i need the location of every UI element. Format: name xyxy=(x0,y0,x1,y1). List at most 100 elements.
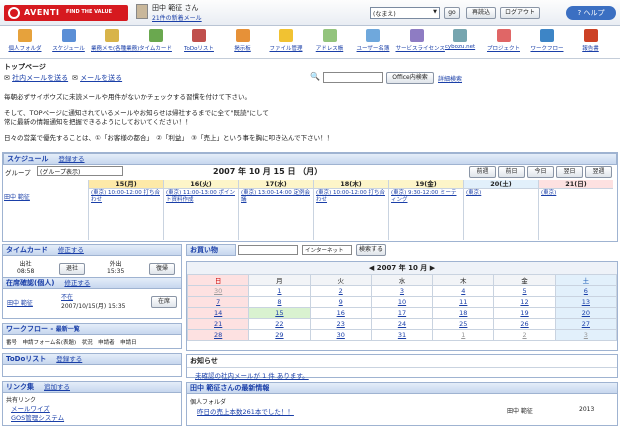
app-5[interactable]: ToDoリスト xyxy=(178,29,220,52)
new-mail-count[interactable]: 21件の新着メール xyxy=(152,13,202,22)
schedule-nav-button[interactable]: 前週 xyxy=(469,166,496,178)
app-9[interactable]: ユーザー名簿 xyxy=(352,29,394,52)
schedule-nav-button[interactable]: 翌週 xyxy=(585,166,612,178)
app-10[interactable]: サービスライセンス xyxy=(396,29,445,52)
calendar-day[interactable]: 23 xyxy=(309,318,372,330)
calendar-day[interactable]: 17 xyxy=(370,307,434,319)
app-11[interactable]: cybozu.net xyxy=(439,29,481,50)
calendar-day[interactable]: 9 xyxy=(309,296,372,308)
news-message[interactable]: 未確認の社内メールが 1 件 あります。 xyxy=(187,368,617,382)
app-4[interactable]: タイムカード xyxy=(135,29,177,52)
app-8[interactable]: アドレス帳 xyxy=(309,29,351,52)
presence-status[interactable]: 不在 xyxy=(61,292,73,301)
calendar-day[interactable]: 28 xyxy=(186,329,250,341)
calendar-day[interactable]: 24 xyxy=(370,318,434,330)
app-13[interactable]: ワークフロー xyxy=(526,29,568,52)
calendar-day[interactable]: 4 xyxy=(432,285,495,297)
calendar-day[interactable]: 22 xyxy=(248,318,311,330)
timecard-fix-link[interactable]: 修正する xyxy=(58,246,84,254)
calendar-day[interactable]: 13 xyxy=(554,296,618,308)
shopping-engine-select[interactable]: インターネット xyxy=(302,245,352,255)
calendar-day[interactable]: 30 xyxy=(309,329,372,341)
schedule-event[interactable]: (東京) 11:00-13:00 ポイント資料作成 xyxy=(164,189,238,205)
reload-button[interactable]: 再読込 xyxy=(466,7,496,19)
schedule-event[interactable]: (東京) 10:00-12:00 打ち合わせ xyxy=(314,189,388,205)
schedule-register-link[interactable]: 登録する xyxy=(59,155,85,163)
calendar-day[interactable]: 31 xyxy=(370,329,434,341)
group-select[interactable]: (グループ表示) xyxy=(37,166,123,176)
shopping-input[interactable] xyxy=(238,245,298,255)
day-column[interactable]: 20(土) (東京) xyxy=(463,180,538,240)
app-12[interactable]: プロジェクト xyxy=(483,29,525,52)
calendar-day[interactable]: 25 xyxy=(432,318,495,330)
schedule-event[interactable]: (東京) xyxy=(539,189,613,198)
calendar-day[interactable]: 3 xyxy=(370,285,434,297)
calendar-day[interactable]: 19 xyxy=(493,307,556,319)
schedule-title[interactable]: スケジュール xyxy=(7,155,49,163)
calendar-day[interactable]: 29 xyxy=(248,329,311,341)
calendar-day[interactable]: 8 xyxy=(248,296,311,308)
return-button[interactable]: 復帰 xyxy=(149,263,175,275)
schedule-nav-button[interactable]: 前日 xyxy=(498,166,525,178)
calendar-day[interactable]: 10 xyxy=(370,296,434,308)
day-column[interactable]: 17(水) (東京) 13:00-14:00 定例会議 xyxy=(238,180,313,240)
app-14[interactable]: 報告書 xyxy=(570,29,612,52)
calendar-day[interactable]: 15 xyxy=(248,307,311,319)
schedule-event[interactable]: (東京) 13:00-14:00 定例会議 xyxy=(239,189,313,205)
calendar-day[interactable]: 5 xyxy=(493,285,556,297)
calendar-day[interactable]: 1 xyxy=(432,329,495,341)
go-button[interactable]: go xyxy=(444,7,460,19)
calendar-day[interactable]: 21 xyxy=(186,318,250,330)
leave-button[interactable]: 退社 xyxy=(59,263,85,275)
calendar-day[interactable]: 11 xyxy=(432,296,495,308)
shopping-search-button[interactable]: 検索する xyxy=(356,244,386,256)
calendar-day[interactable]: 16 xyxy=(309,307,372,319)
detail-search-link[interactable]: 詳細検索 xyxy=(438,74,462,83)
schedule-nav-button[interactable]: 翌日 xyxy=(556,166,583,178)
send-mail-link[interactable]: ✉ メールを送る xyxy=(72,73,122,83)
name-select[interactable]: (なまえ) xyxy=(370,7,440,19)
links-add-link[interactable]: 追加する xyxy=(44,383,70,391)
calendar-day[interactable]: 7 xyxy=(186,296,250,308)
schedule-nav-button[interactable]: 今日 xyxy=(527,166,554,178)
calendar-day[interactable]: 18 xyxy=(432,307,495,319)
app-2[interactable]: スケジュール xyxy=(48,29,90,52)
calendar-day[interactable]: 20 xyxy=(554,307,618,319)
presence-fix-link[interactable]: 修正する xyxy=(64,279,90,287)
latest-item[interactable]: 昨日の売上本数261本でした！！ xyxy=(197,406,294,416)
calendar-day[interactable]: 26 xyxy=(493,318,556,330)
app-icon xyxy=(192,29,206,42)
calendar-day[interactable]: 3 xyxy=(554,329,618,341)
day-column[interactable]: 21(日) (東京) xyxy=(538,180,613,240)
search-input[interactable] xyxy=(323,72,383,83)
calendar-day[interactable]: 2 xyxy=(309,285,372,297)
todo-register-link[interactable]: 登録する xyxy=(56,355,82,363)
logout-button[interactable]: ログアウト xyxy=(500,7,540,19)
calendar-day[interactable]: 1 xyxy=(248,285,311,297)
schedule-event[interactable]: (東京) 9:30-12:00 ミーティング xyxy=(389,189,463,205)
app-1[interactable]: 個人フォルダ xyxy=(4,29,46,52)
calendar-day[interactable]: 27 xyxy=(554,318,618,330)
help-button[interactable]: ? ヘルプ xyxy=(566,6,616,20)
app-7[interactable]: ファイル管理 xyxy=(265,29,307,52)
calendar-day[interactable]: 14 xyxy=(186,307,250,319)
day-column[interactable]: 15(月) (東京) 10:00-12:00 打ち合わせ xyxy=(88,180,163,240)
schedule-event[interactable]: (東京) 10:00-12:00 打ち合わせ xyxy=(89,189,163,205)
calendar-day[interactable]: 2 xyxy=(493,329,556,341)
send-internal-mail-link[interactable]: ✉ 社内メールを送る xyxy=(4,73,68,83)
calendar-day[interactable]: 6 xyxy=(554,285,618,297)
presence-user[interactable]: 田中 範征 xyxy=(7,298,33,307)
day-column[interactable]: 18(木) (東京) 10:00-12:00 打ち合わせ xyxy=(313,180,388,240)
calendar-day[interactable]: 12 xyxy=(493,296,556,308)
schedule-user[interactable]: 田中 範征 xyxy=(2,180,88,240)
links-panel: リンク集 追加する 共有リンク メールワイズ GOS管理システム xyxy=(2,381,182,426)
calendar-day[interactable]: 30 xyxy=(186,285,250,297)
office-search-button[interactable]: Office内検索 xyxy=(386,72,434,84)
app-6[interactable]: 掲示板 xyxy=(222,29,264,52)
presence-button[interactable]: 在席 xyxy=(151,296,177,308)
day-column[interactable]: 16(火) (東京) 11:00-13:00 ポイント資料作成 xyxy=(163,180,238,240)
day-column[interactable]: 19(金) (東京) 9:30-12:00 ミーティング xyxy=(388,180,463,240)
app-3[interactable]: 業務メモ(各種業務) xyxy=(91,29,139,52)
schedule-event[interactable]: (東京) xyxy=(464,189,538,198)
link-item[interactable]: GOS管理システム xyxy=(11,412,64,422)
